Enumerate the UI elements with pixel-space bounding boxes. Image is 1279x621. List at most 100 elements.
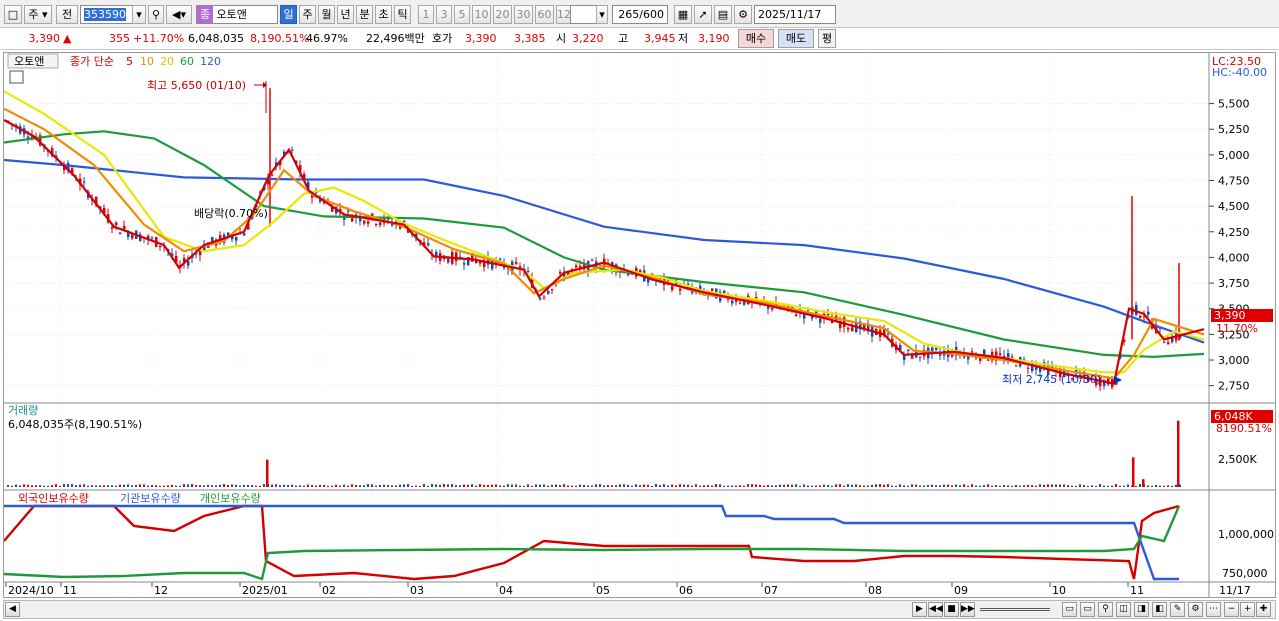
- options-icon[interactable]: ⋯: [1206, 602, 1221, 617]
- chart-layout-icon[interactable]: □: [4, 5, 22, 24]
- code-dropdown-icon[interactable]: ▾: [132, 5, 146, 24]
- chart-mode-4[interactable]: 분: [356, 5, 373, 24]
- chart-mode-6[interactable]: 틱: [394, 5, 411, 24]
- volume-bar: [731, 485, 733, 487]
- chart-scrollbar[interactable]: ◀ ▶ ◀◀ ■ ▶▶ ▭ ▭ ⚲ ◫ ◨ ◧ ✎ ⚙ ⋯ − + ✚: [3, 600, 1276, 619]
- interval-10[interactable]: 10: [472, 5, 491, 24]
- interval-60[interactable]: 60: [535, 5, 554, 24]
- high-label: 고: [618, 32, 629, 45]
- volume-bar: [151, 485, 153, 487]
- chart-mode-1[interactable]: 주: [299, 5, 316, 24]
- chart-mode-2[interactable]: 월: [318, 5, 335, 24]
- candle-body: [427, 243, 430, 246]
- volume-bar: [531, 485, 533, 487]
- stock-name-field[interactable]: 종 오토앤: [196, 5, 278, 24]
- line-tool-icon[interactable]: ➚: [694, 5, 712, 24]
- volume-bar: [907, 485, 909, 487]
- chart-compare-icon[interactable]: ◫: [1116, 602, 1131, 617]
- candle-body: [199, 251, 202, 256]
- volume-bar: [459, 485, 461, 487]
- candle-body: [151, 237, 154, 239]
- gear-icon[interactable]: ⚙: [734, 5, 752, 24]
- low-label: 저: [678, 32, 689, 45]
- date-input[interactable]: 2025/11/17 ▦: [754, 5, 836, 38]
- sell-button[interactable]: 매도: [778, 29, 814, 48]
- volume-bar: [1039, 484, 1041, 487]
- interval-1[interactable]: 1: [418, 5, 434, 24]
- candle-body: [987, 359, 990, 361]
- volume-bar: [207, 484, 209, 487]
- volume-bar: [667, 485, 669, 487]
- volume-bar: [1135, 485, 1137, 487]
- volume-bar: [223, 484, 225, 487]
- search-icon[interactable]: ⚲: [148, 5, 164, 24]
- reset-view-icon[interactable]: ✚: [1256, 602, 1271, 617]
- calculator-icon[interactable]: [9, 70, 24, 84]
- price-y-tick: 4,250: [1218, 226, 1250, 239]
- settings-icon[interactable]: ⚙: [1188, 602, 1203, 617]
- volume-bar: [43, 485, 45, 487]
- interval-20[interactable]: 20: [493, 5, 512, 24]
- candle-body: [851, 327, 854, 332]
- last-pct-label: 11.70%: [1216, 322, 1258, 335]
- x-axis-label: 04: [499, 584, 513, 597]
- interval-dropdown-icon[interactable]: ▾: [596, 5, 608, 24]
- volume-bar: [699, 485, 701, 487]
- chart-mode-3[interactable]: 년: [337, 5, 354, 24]
- volume-bar: [315, 485, 317, 487]
- prev-button[interactable]: 전: [56, 5, 78, 24]
- volume-bar: [1023, 485, 1025, 487]
- zoom-in-icon[interactable]: +: [1240, 602, 1255, 617]
- save-icon[interactable]: ▤: [714, 5, 732, 24]
- stock-code-input[interactable]: 353590: [80, 5, 140, 24]
- zoom-out-icon[interactable]: −: [1224, 602, 1239, 617]
- candle-type-icon[interactable]: ▦: [674, 5, 692, 24]
- hoga-label: 호가: [432, 32, 453, 45]
- volume-bar: [879, 484, 881, 487]
- volume-bar: [1003, 485, 1005, 487]
- volume-bar: [943, 484, 945, 487]
- quote-volume: 6,048,035: [188, 32, 244, 45]
- interval-3[interactable]: 3: [436, 5, 452, 24]
- stock-chart[interactable]: 오토앤 종가 단순 5 10 20 60 120 LC:23.50 HC:-40…: [3, 53, 1275, 597]
- count-input[interactable]: 265/600: [612, 5, 668, 24]
- dividend-annotation: 배당락(0.70%): [194, 207, 268, 220]
- volume-bar: [939, 485, 941, 487]
- speaker-icon[interactable]: ◀▾: [166, 5, 192, 24]
- volume-bar: [823, 484, 825, 487]
- rewind-icon[interactable]: ◀◀: [928, 602, 943, 617]
- volume-bar: [919, 485, 921, 487]
- scroll-right-icon[interactable]: ▶: [912, 602, 927, 617]
- volume-bar: [219, 484, 221, 487]
- interval-5[interactable]: 5: [454, 5, 470, 24]
- zoom-slider[interactable]: [980, 608, 1050, 611]
- volume-bar: [1063, 484, 1065, 487]
- volume-bar: [827, 485, 829, 487]
- forward-icon[interactable]: ▶▶: [960, 602, 975, 617]
- chart-mode-0[interactable]: 일: [280, 5, 297, 24]
- interval-30[interactable]: 30: [514, 5, 533, 24]
- buy-button[interactable]: 매수: [738, 29, 774, 48]
- chart-overlay-icon[interactable]: ◧: [1152, 602, 1167, 617]
- period-select[interactable]: 주 ▾: [24, 5, 52, 24]
- tool-icon[interactable]: ✎: [1170, 602, 1185, 617]
- zoom-fit-icon[interactable]: ▭: [1062, 602, 1077, 617]
- zoom-region-icon[interactable]: ▭: [1080, 602, 1095, 617]
- volume-bar: [675, 485, 677, 487]
- period-label: 주: [28, 8, 39, 21]
- volume-bar: [679, 484, 681, 487]
- volume-bar: [139, 484, 141, 487]
- chart-area[interactable]: 오토앤 종가 단순 5 10 20 60 120 LC:23.50 HC:-40…: [3, 52, 1276, 598]
- candle-body: [551, 289, 554, 291]
- volume-bar: [1107, 485, 1109, 487]
- last-price-label: 3,390: [1214, 309, 1246, 322]
- chart-mode-5[interactable]: 초: [375, 5, 392, 24]
- low-annotation: 최저 2,745 (10/30): [1002, 373, 1101, 386]
- magnifier-icon[interactable]: ⚲: [1098, 602, 1113, 617]
- candle-body: [907, 349, 910, 352]
- chart-split-icon[interactable]: ◨: [1134, 602, 1149, 617]
- eval-button[interactable]: 평: [818, 29, 836, 48]
- stop-icon[interactable]: ■: [944, 602, 959, 617]
- scroll-left-icon[interactable]: ◀: [5, 602, 20, 617]
- volume-bar: [263, 484, 265, 487]
